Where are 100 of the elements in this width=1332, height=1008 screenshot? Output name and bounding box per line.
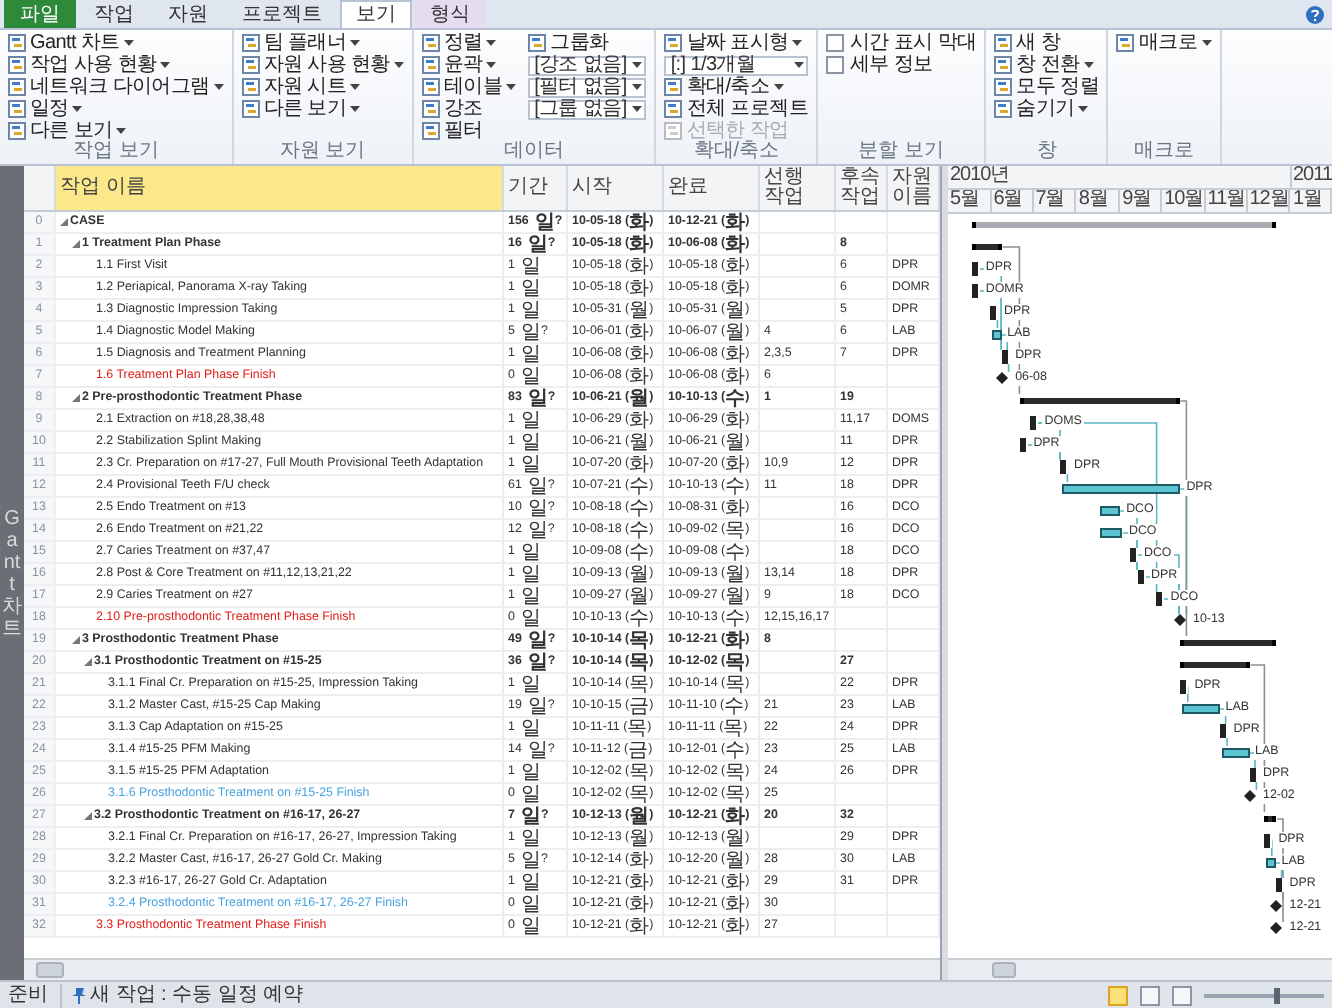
task-marker[interactable] bbox=[1247, 768, 1257, 782]
year-label: 2011 bbox=[1291, 166, 1332, 188]
dropdown-field[interactable]: [그룹 없음] bbox=[528, 99, 647, 119]
horizontal-scrollbar[interactable] bbox=[24, 958, 940, 980]
milestone-icon[interactable] bbox=[995, 372, 1008, 384]
ribbon-button[interactable]: 정렬 bbox=[421, 32, 517, 54]
ribbon-button[interactable]: 매크로 bbox=[1116, 32, 1212, 54]
collapse-toggle-icon[interactable] bbox=[84, 812, 92, 820]
caret-icon bbox=[72, 106, 83, 112]
horizontal-scrollbar[interactable] bbox=[948, 958, 1332, 980]
milestone-icon[interactable] bbox=[1173, 614, 1185, 626]
task-marker[interactable] bbox=[1058, 460, 1068, 474]
ribbon-tab[interactable]: 형식 bbox=[414, 0, 486, 28]
collapse-toggle-icon[interactable] bbox=[72, 240, 80, 248]
task-bar[interactable] bbox=[991, 330, 1002, 340]
ribbon-button[interactable]: 숨기기 bbox=[994, 98, 1099, 120]
milestone-icon[interactable] bbox=[1243, 790, 1255, 802]
column-header[interactable]: 기간 bbox=[504, 166, 568, 210]
ribbon-button[interactable]: 새 창 bbox=[994, 32, 1099, 54]
chart-icon bbox=[664, 100, 683, 118]
ribbon-button[interactable]: 필터 bbox=[421, 120, 517, 142]
task-marker[interactable] bbox=[1178, 680, 1189, 694]
ribbon-button[interactable]: 윤곽 bbox=[421, 54, 517, 76]
task-marker[interactable] bbox=[1154, 592, 1165, 606]
task-marker[interactable] bbox=[1217, 724, 1228, 738]
column-header[interactable]: 자원 이름 bbox=[888, 166, 940, 210]
task-marker[interactable] bbox=[969, 284, 980, 298]
caret-icon bbox=[350, 106, 361, 112]
chart-icon bbox=[664, 78, 683, 96]
dropdown-field[interactable]: [필터 없음] bbox=[528, 77, 647, 97]
chart-icon bbox=[421, 122, 440, 140]
collapse-toggle-icon[interactable] bbox=[60, 218, 68, 226]
ribbon-tab[interactable]: 작업 bbox=[78, 0, 150, 28]
dropdown-field[interactable]: [강조 없음] bbox=[528, 55, 647, 75]
ribbon-button[interactable]: 확대/축소 bbox=[664, 76, 808, 98]
task-marker[interactable] bbox=[1128, 548, 1138, 562]
caret-icon bbox=[213, 84, 224, 90]
collapse-toggle-icon[interactable] bbox=[72, 636, 80, 644]
pin-icon bbox=[72, 987, 86, 1003]
ribbon-button[interactable]: 테이블 bbox=[421, 76, 517, 98]
checkbox[interactable] bbox=[826, 56, 844, 74]
ribbon-button[interactable]: 모두 정렬 bbox=[994, 76, 1099, 98]
ribbon-button[interactable]: 강조 bbox=[421, 98, 517, 120]
ribbon-button[interactable]: 날짜 표시형 bbox=[664, 32, 808, 54]
help-icon[interactable] bbox=[1306, 6, 1324, 24]
task-marker[interactable] bbox=[988, 306, 998, 320]
chart-icon bbox=[8, 34, 26, 52]
task-bar[interactable] bbox=[1265, 858, 1276, 868]
ribbon-button[interactable]: 자원 시트 bbox=[241, 76, 404, 98]
ribbon-button[interactable]: 다른 보기 bbox=[8, 120, 224, 142]
ribbon-button[interactable]: 그룹화 bbox=[528, 32, 647, 54]
column-header[interactable]: 시작 bbox=[568, 166, 664, 210]
ribbon-button[interactable]: Gantt 차트 bbox=[8, 32, 224, 54]
task-marker[interactable] bbox=[969, 262, 980, 276]
ribbon-button[interactable]: 다른 보기 bbox=[241, 98, 404, 120]
summary-bar[interactable] bbox=[1264, 816, 1277, 822]
column-header[interactable]: 완료 bbox=[664, 166, 760, 210]
collapse-toggle-icon[interactable] bbox=[84, 658, 92, 666]
ribbon-tab[interactable]: 프로젝트 bbox=[226, 0, 338, 28]
column-header[interactable]: 작업 이름 bbox=[56, 166, 504, 210]
milestone-icon[interactable] bbox=[1269, 922, 1282, 934]
ribbon-tab[interactable]: 보기 bbox=[340, 0, 412, 28]
task-bar[interactable] bbox=[1061, 484, 1181, 494]
task-bar[interactable] bbox=[1181, 704, 1220, 714]
chart-icon bbox=[421, 100, 440, 118]
new-task-mode-button[interactable]: 새 작업 : 수동 일정 예약 bbox=[60, 983, 304, 1007]
summary-bar[interactable] bbox=[971, 244, 1003, 250]
chart-icon bbox=[8, 100, 26, 118]
caret-icon bbox=[486, 40, 497, 46]
task-marker[interactable] bbox=[1017, 438, 1028, 452]
checkbox-label: 세부 정보 bbox=[850, 54, 933, 76]
ribbon-button[interactable]: 일정 bbox=[8, 98, 224, 120]
column-header[interactable]: 후속 작업 bbox=[836, 166, 888, 210]
ribbon-button[interactable]: 작업 사용 현황 bbox=[8, 54, 224, 76]
ribbon-button[interactable]: 네트워크 다이어그램 bbox=[8, 76, 224, 98]
task-marker[interactable] bbox=[1273, 878, 1284, 892]
ribbon-button[interactable]: 창 전환 bbox=[994, 54, 1099, 76]
task-marker[interactable] bbox=[1262, 834, 1273, 848]
task-marker[interactable] bbox=[1028, 416, 1039, 430]
collapse-toggle-icon[interactable] bbox=[72, 394, 80, 402]
column-header[interactable]: 선행 작업 bbox=[760, 166, 836, 210]
task-bar[interactable] bbox=[1221, 748, 1249, 758]
group-label: 창 bbox=[1034, 142, 1059, 164]
milestone-icon[interactable] bbox=[1269, 900, 1282, 912]
task-marker[interactable] bbox=[999, 350, 1010, 364]
ribbon-button[interactable]: 자원 사용 현황 bbox=[241, 54, 404, 76]
caret-icon bbox=[350, 84, 361, 90]
dropdown-field[interactable]: [:] 1/3개월 bbox=[664, 55, 808, 75]
ribbon-tab[interactable]: 자원 bbox=[152, 0, 224, 28]
summary-bar[interactable] bbox=[971, 222, 1277, 228]
ribbon-tab[interactable]: 파일 bbox=[4, 0, 76, 28]
ribbon-button[interactable]: 전체 프로젝트 bbox=[664, 98, 808, 120]
checkbox[interactable] bbox=[826, 34, 844, 52]
task-bar[interactable] bbox=[1100, 528, 1123, 538]
caret-icon bbox=[506, 84, 517, 90]
caret-icon bbox=[393, 62, 404, 68]
ribbon-button[interactable]: 팀 플래너 bbox=[241, 32, 404, 54]
task-marker[interactable] bbox=[1135, 570, 1145, 584]
task-bar[interactable] bbox=[1100, 506, 1121, 516]
checkbox-label: 시간 표시 막대 bbox=[850, 32, 977, 54]
